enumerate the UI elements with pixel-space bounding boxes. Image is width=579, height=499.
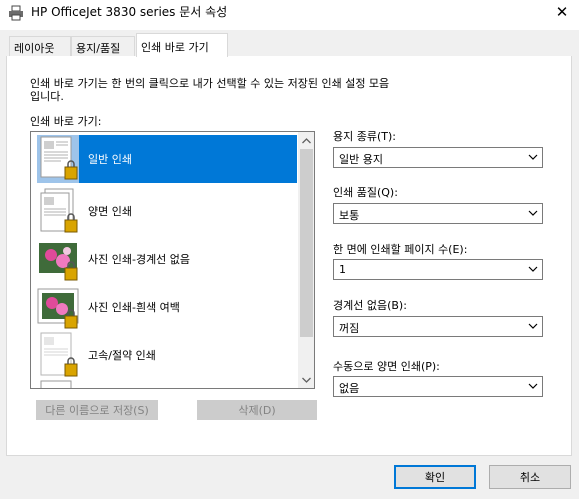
print-quality-select[interactable]: 보통 [333,203,543,224]
ok-button[interactable]: 확인 [394,465,476,489]
delete-label: 삭제(D) [238,404,276,417]
paper-type-value: 일반 용지 [339,153,383,166]
pages-per-sheet-select[interactable]: 1 [333,259,543,280]
manual-duplex-select[interactable]: 없음 [333,376,543,397]
pages-per-sheet-label: 한 면에 인쇄할 페이지 수(E): [333,243,468,256]
list-item-label: 일반 인쇄 [86,150,134,168]
scroll-up-icon[interactable] [298,132,314,149]
list-item-photo-borderless[interactable]: 사진 인쇄-경계선 없음 [32,235,297,283]
document-thumbnail-icon [40,380,72,388]
tab-paper-quality[interactable]: 용지/품질 [71,36,135,56]
economy-document-thumbnail-icon [40,332,78,377]
borderless-label: 경계선 없음(B): [333,299,407,312]
paper-type-label: 용지 종류(T): [333,130,396,143]
manual-duplex-value: 없음 [339,382,360,395]
scroll-thumb[interactable] [300,149,313,337]
chevron-down-icon [528,207,538,219]
cancel-label: 취소 [519,471,541,484]
chevron-down-icon [528,380,538,392]
list-item-standard-print[interactable]: 일반 인쇄 [32,135,297,183]
photo-white-border-thumbnail-icon [37,288,79,329]
shortcuts-listbox[interactable]: 일반 인쇄 양면 인쇄 사진 인쇄-경계선 없음 사진 인쇄-흰색 여백 고속/… [30,131,315,389]
title-bar: HP OfficeJet 3830 series 문서 속성 ✕ [0,0,579,30]
pages-per-sheet-value: 1 [339,263,346,276]
list-scrollbar[interactable] [298,132,314,388]
tab-paper-quality-label: 용지/품질 [76,42,121,55]
tab-print-shortcuts[interactable]: 인쇄 바로 가기 [136,33,228,57]
scroll-down-icon[interactable] [298,371,314,388]
list-item-label: 고속/절약 인쇄 [88,349,156,362]
document-thumbnail-icon [37,135,79,183]
list-item-label: 사진 인쇄-경계선 없음 [88,253,191,266]
list-item-photo-white-border[interactable]: 사진 인쇄-흰색 여백 [32,283,297,331]
chevron-down-icon [528,320,538,332]
save-as-button[interactable]: 다른 이름으로 저장(S) [36,400,158,420]
tab-print-shortcuts-label: 인쇄 바로 가기 [141,41,209,54]
ok-label: 확인 [424,471,446,484]
chevron-down-icon [528,151,538,163]
close-icon: ✕ [555,3,569,21]
borderless-select[interactable]: 꺼짐 [333,316,543,337]
print-quality-value: 보통 [339,209,360,222]
manual-duplex-label: 수동으로 양면 인쇄(P): [333,360,440,373]
save-as-label: 다른 이름으로 저장(S) [45,404,149,417]
description-text: 인쇄 바로 가기는 한 번의 클릭으로 내가 선택할 수 있는 저장된 인쇄 설… [30,77,390,103]
list-item-label: 양면 인쇄 [88,205,132,218]
printer-icon [9,5,23,21]
list-item-partial[interactable] [32,379,297,388]
cancel-button[interactable]: 취소 [489,465,571,489]
window-title: HP OfficeJet 3830 series 문서 속성 [31,5,228,19]
list-item-label: 사진 인쇄-흰색 여백 [88,301,180,314]
tab-layout-label: 레이아웃 [14,42,55,55]
shortcuts-list-label: 인쇄 바로 가기: [30,115,102,128]
delete-button[interactable]: 삭제(D) [197,400,317,420]
photo-thumbnail-icon [39,243,78,281]
print-quality-label: 인쇄 품질(Q): [333,186,398,199]
borderless-value: 꺼짐 [339,322,360,335]
chevron-down-icon [528,263,538,275]
list-item-fast-economy[interactable]: 고속/절약 인쇄 [32,331,297,379]
paper-type-select[interactable]: 일반 용지 [333,147,543,168]
list-item-duplex-print[interactable]: 양면 인쇄 [32,187,297,235]
tab-layout[interactable]: 레이아웃 [9,36,71,56]
close-button[interactable]: ✕ [545,0,579,24]
duplex-document-thumbnail-icon [40,188,78,233]
